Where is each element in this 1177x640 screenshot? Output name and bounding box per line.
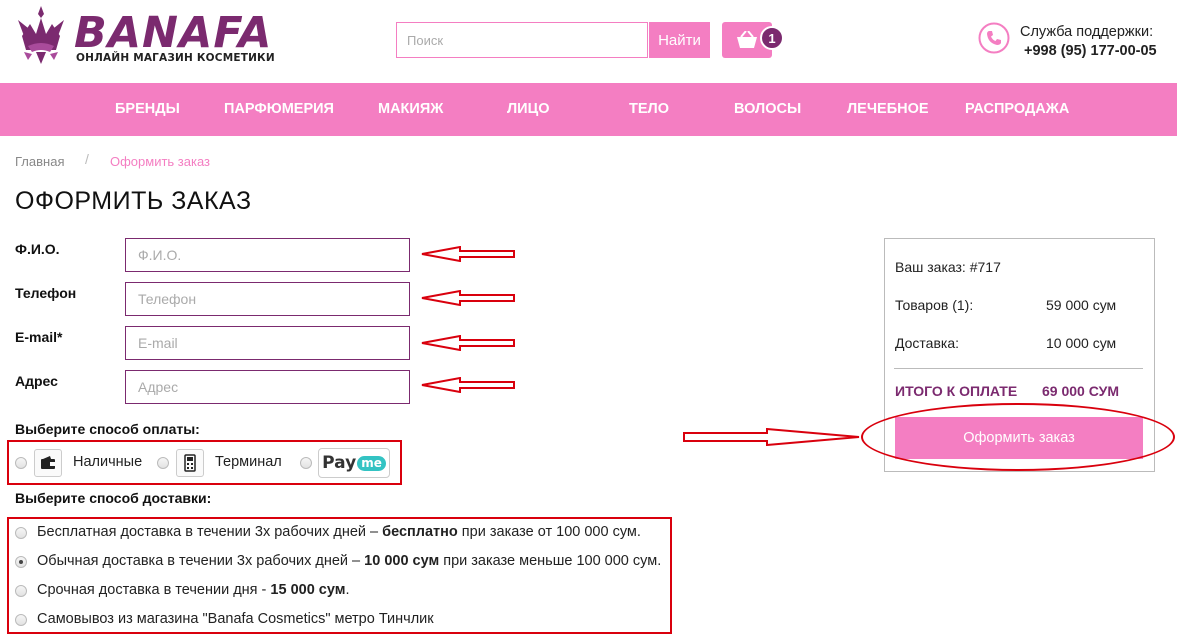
support-label: Служба поддержки: (1020, 24, 1154, 40)
delivery-option-pickup[interactable]: Самовывоз из магазина "Banafa Cosmetics"… (37, 611, 434, 627)
nav-item-sale[interactable]: РАСПРОДАЖА (965, 83, 1069, 136)
delivery-cost-label: Доставка: (895, 335, 960, 351)
total-label: ИТОГО К ОПЛАТЕ (895, 383, 1018, 399)
address-input[interactable] (126, 371, 409, 403)
annotation-arrow-left (421, 290, 515, 306)
address-field[interactable] (125, 370, 410, 404)
delivery-cost-value: 10 000 сум (1046, 335, 1117, 351)
annotation-ellipse (861, 403, 1175, 471)
payment-label-terminal[interactable]: Терминал (215, 454, 282, 470)
main-nav: БРЕНДЫ ПАРФЮМЕРИЯ МАКИЯЖ ЛИЦО ТЕЛО ВОЛОС… (0, 83, 1177, 136)
nav-item-makeup[interactable]: МАКИЯЖ (378, 83, 443, 136)
cart-count-badge: 1 (760, 26, 784, 50)
delivery-option-express[interactable]: Срочная доставка в течении дня - 15 000 … (37, 582, 350, 598)
summary-divider (894, 368, 1143, 369)
payme-logo[interactable]: Pay me (318, 448, 390, 478)
nav-item-perfume[interactable]: ПАРФЮМЕРИЯ (224, 83, 334, 136)
annotation-arrow-right (683, 428, 860, 446)
email-input[interactable] (126, 327, 409, 359)
items-value: 59 000 сум (1046, 297, 1117, 313)
logo-subtitle: ОНЛАЙН МАГАЗИН КОСМЕТИКИ (76, 52, 275, 64)
email-field[interactable] (125, 326, 410, 360)
breadcrumb-current: Оформить заказ (110, 154, 211, 169)
search-input[interactable] (397, 23, 647, 57)
payment-label-cash[interactable]: Наличные (73, 454, 142, 470)
nav-item-medical[interactable]: ЛЕЧЕБНОЕ (847, 83, 929, 136)
nav-item-brands[interactable]: БРЕНДЫ (115, 83, 180, 136)
payment-radio-terminal[interactable] (157, 457, 169, 469)
page-title: ОФОРМИТЬ ЗАКАЗ (15, 187, 252, 215)
delivery-option-standard[interactable]: Обычная доставка в течении 3х рабочих дн… (37, 553, 661, 569)
phone-input[interactable] (126, 283, 409, 315)
payment-radio-payme[interactable] (300, 457, 312, 469)
payme-logo-suffix: me (357, 455, 386, 471)
order-number: Ваш заказ: #717 (895, 259, 1001, 275)
pos-terminal-icon (176, 449, 204, 477)
annotation-arrow-left (421, 377, 515, 393)
logo-title[interactable]: BANAFA (74, 8, 272, 58)
nav-item-face[interactable]: ЛИЦО (507, 83, 549, 136)
delivery-radio-pickup[interactable] (15, 614, 27, 626)
delivery-title: Выберите способ доставки: (15, 490, 212, 506)
payment-radio-cash[interactable] (15, 457, 27, 469)
email-label: E-mail* (15, 329, 63, 345)
nav-item-hair[interactable]: ВОЛОСЫ (734, 83, 801, 136)
nav-item-body[interactable]: ТЕЛО (629, 83, 669, 136)
annotation-arrow-left (421, 246, 515, 262)
logo-crown-icon[interactable] (14, 6, 68, 68)
breadcrumb-home[interactable]: Главная (15, 154, 64, 169)
delivery-radio-standard[interactable] (15, 556, 27, 568)
payme-logo-text: Pay (322, 453, 357, 473)
delivery-option-free[interactable]: Бесплатная доставка в течении 3х рабочих… (37, 524, 641, 540)
items-label: Товаров (1): (895, 297, 974, 313)
phone-field[interactable] (125, 282, 410, 316)
wallet-icon (34, 449, 62, 477)
annotation-arrow-left (421, 335, 515, 351)
breadcrumb-separator: / (85, 151, 89, 167)
phone-icon (978, 22, 1010, 54)
delivery-radio-express[interactable] (15, 585, 27, 597)
total-value: 69 000 СУМ (1042, 383, 1120, 399)
name-field[interactable] (125, 238, 410, 272)
support-phone[interactable]: +998 (95) 177-00-05 (1024, 43, 1157, 59)
basket-icon (737, 31, 757, 48)
name-input[interactable] (126, 239, 409, 271)
phone-label: Телефон (15, 285, 77, 301)
search-field[interactable] (396, 22, 648, 58)
payment-title: Выберите способ оплаты: (15, 421, 200, 437)
address-label: Адрес (15, 373, 58, 389)
name-label: Ф.И.О. (15, 241, 60, 257)
search-button[interactable]: Найти (649, 22, 710, 58)
delivery-radio-free[interactable] (15, 527, 27, 539)
